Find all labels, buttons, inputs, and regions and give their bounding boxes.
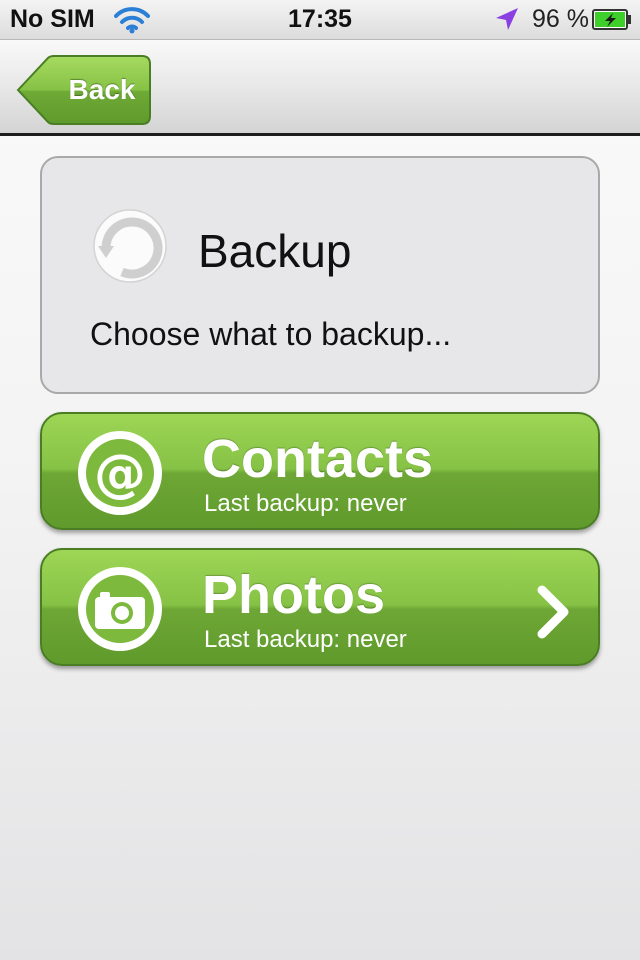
backup-refresh-icon [93,209,167,283]
nav-bar: Back [0,40,640,136]
backup-title: Backup [198,225,352,277]
backup-info-card: Backup Choose what to backup... [40,156,600,394]
contacts-backup-button[interactable]: @ Contacts Last backup: never [40,412,600,530]
photos-backup-button[interactable]: Photos Last backup: never [40,548,600,666]
contacts-last-backup: Last backup: never [204,490,407,517]
photos-last-backup: Last backup: never [204,626,407,653]
back-button[interactable]: Back [14,54,152,126]
camera-icon [78,567,162,651]
at-sign-icon: @ [78,431,162,515]
photos-title: Photos [202,565,385,625]
battery-charging-icon [592,9,631,30]
chevron-right-icon [537,585,569,639]
contacts-title: Contacts [202,429,434,489]
battery-percent: 96 % [532,5,589,33]
back-button-label: Back [68,74,136,105]
location-arrow-icon [496,8,518,30]
status-bar: No SIM 17:35 96 % [0,0,640,40]
backup-subtitle: Choose what to backup... [90,316,452,352]
svg-text:@: @ [94,444,146,504]
